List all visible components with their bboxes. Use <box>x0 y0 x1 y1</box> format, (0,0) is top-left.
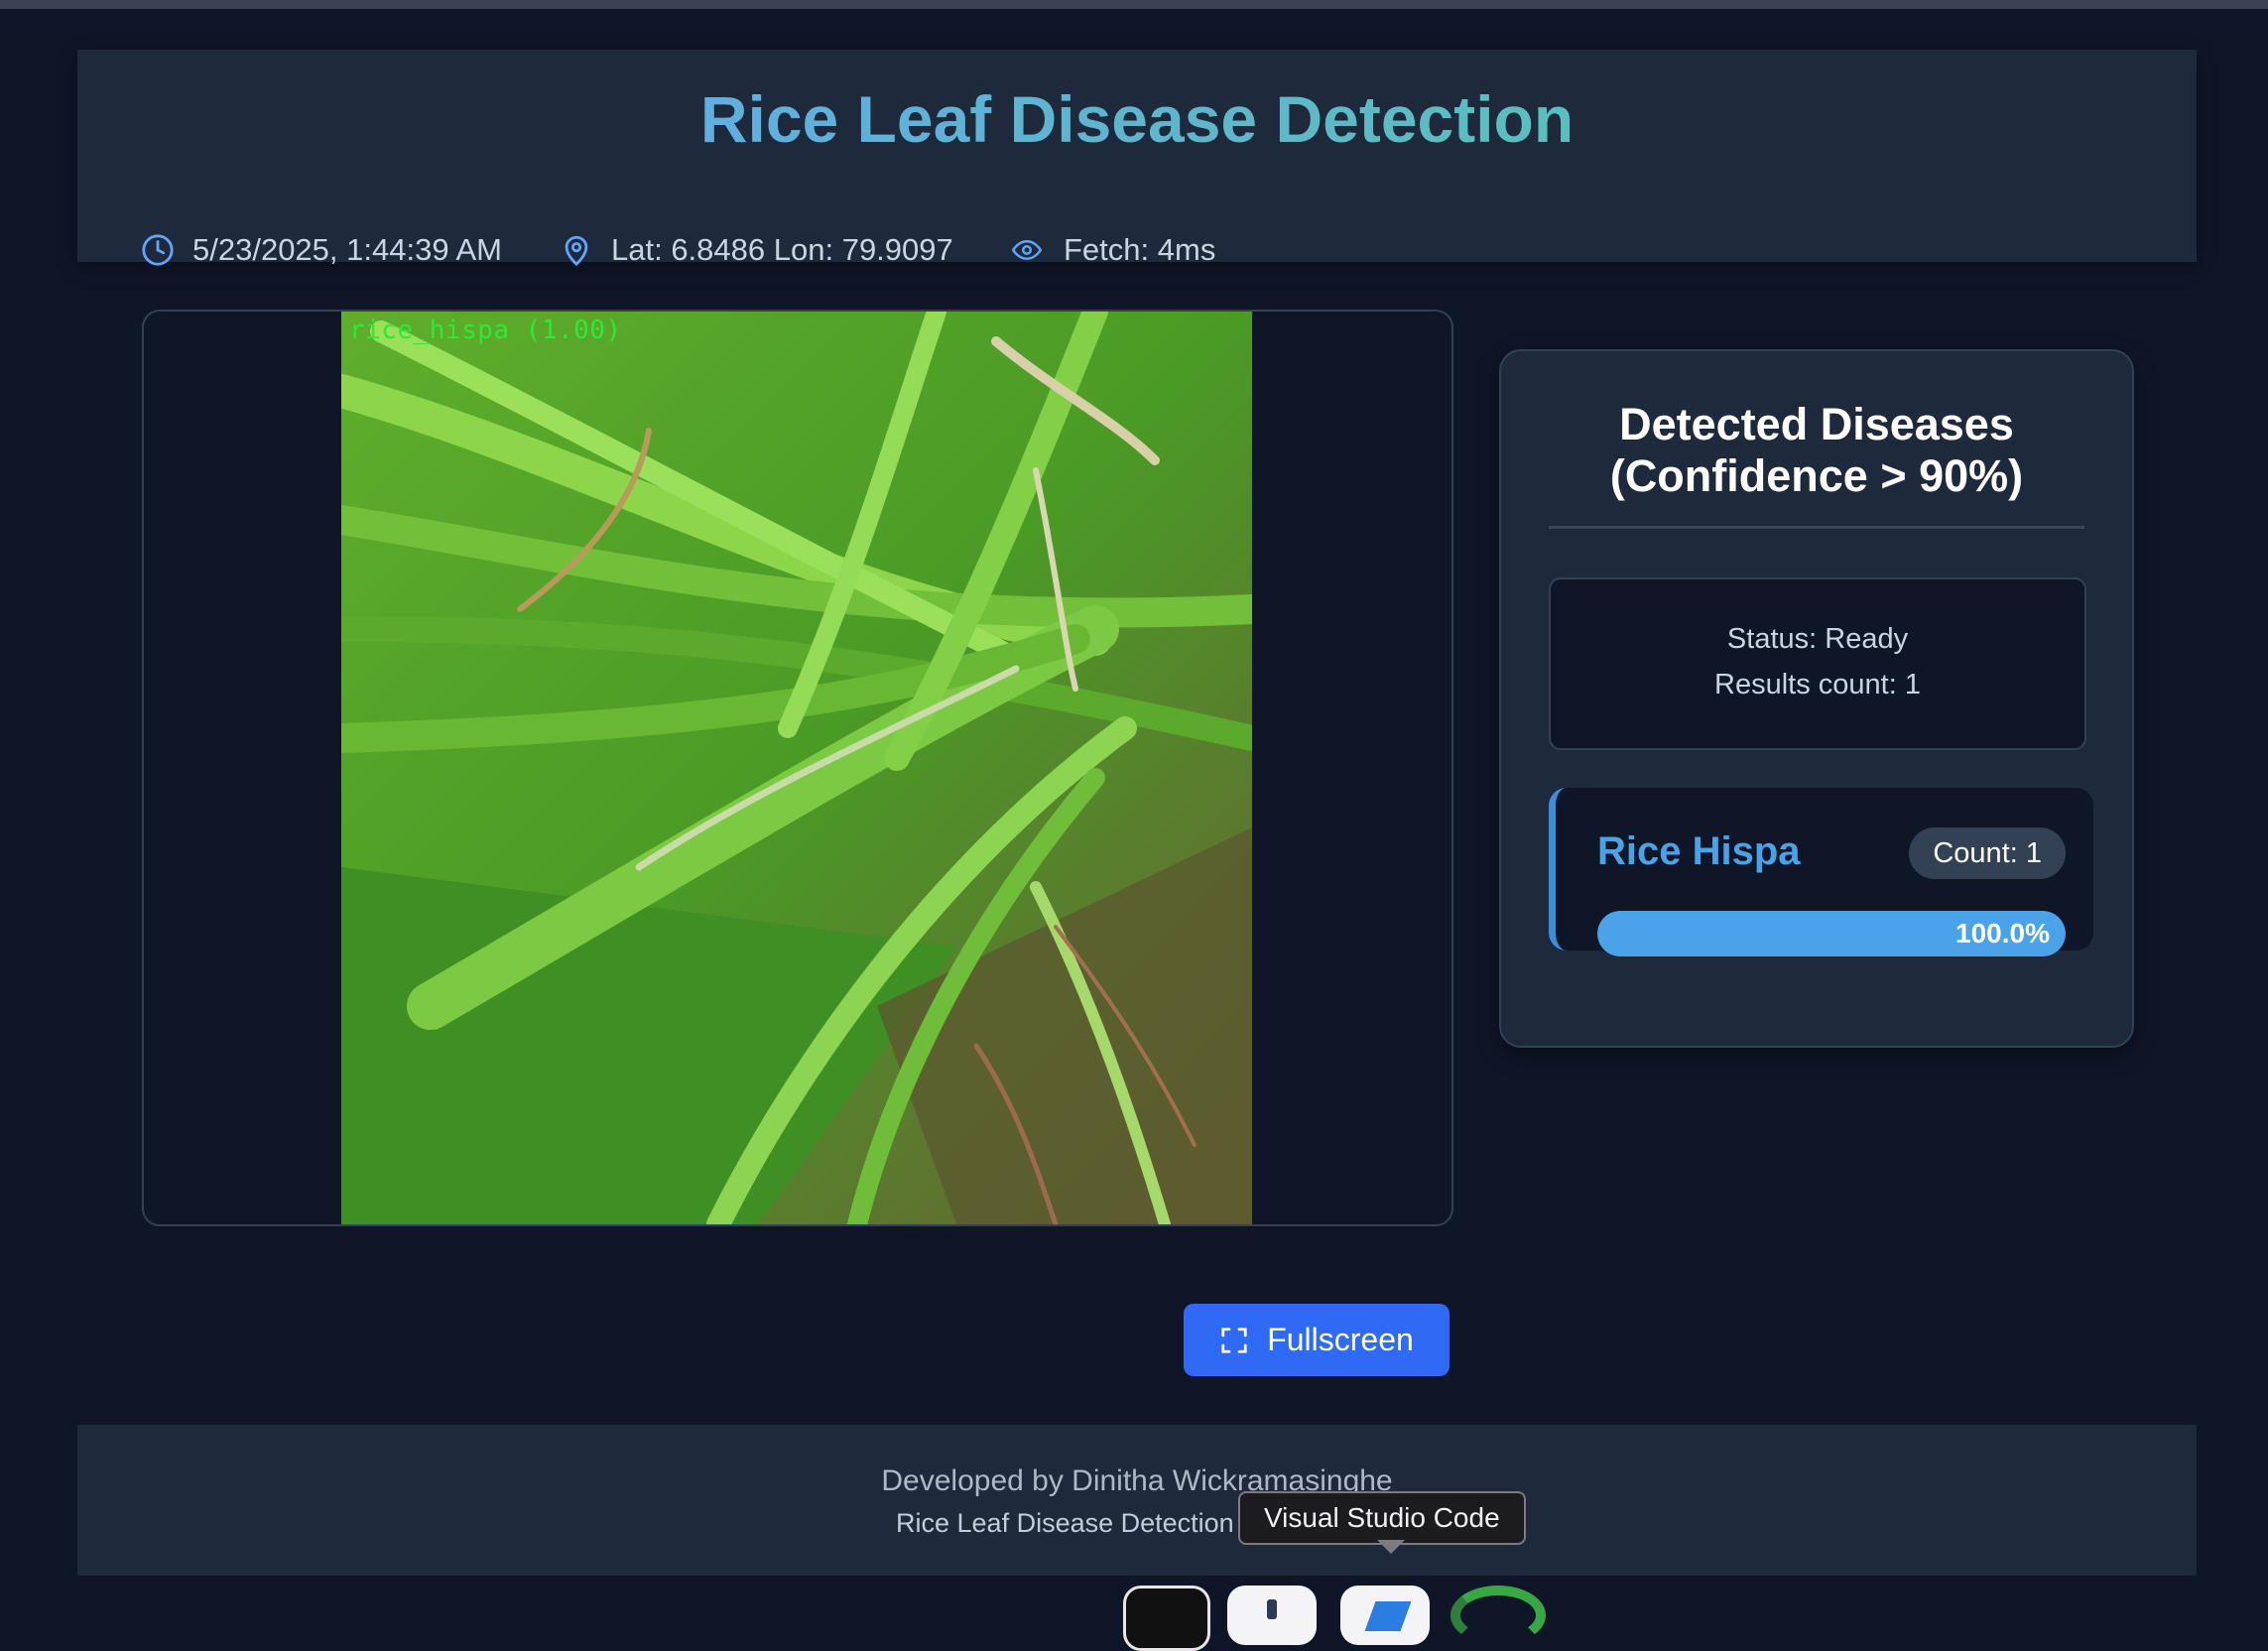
page-title: Rice Leaf Disease Detection <box>77 81 2197 157</box>
instruments-dock-icon[interactable] <box>1227 1586 1317 1645</box>
fetch-text: Fetch: 4ms <box>1064 232 1216 267</box>
fullscreen-label: Fullscreen <box>1267 1322 1414 1357</box>
camera-feed: rice_hispa (1.00) <box>341 312 1252 1224</box>
app-header: Rice Leaf Disease Detection 5/23/2025, 1… <box>77 50 2197 267</box>
status-text: Status: Ready <box>1726 623 1909 655</box>
map-pin-icon <box>565 235 588 267</box>
tooltip-arrow <box>1377 1540 1405 1554</box>
results-title: Detected Diseases (Confidence > 90%) <box>1609 399 2024 501</box>
location-text: Lat: 6.8486 Lon: 79.9097 <box>611 232 953 267</box>
results-count-text: Results count: 1 <box>1714 669 1921 700</box>
detected-diseases-panel: Detected Diseases (Confidence > 90%) Sta… <box>1499 349 2134 1048</box>
status-box: Status: Ready Results count: 1 <box>1549 577 2086 750</box>
disease-name: Rice Hispa <box>1597 829 1801 873</box>
disease-card: Rice Hispa Count: 1 100.0% <box>1549 788 2093 956</box>
dock-tooltip: Visual Studio Code <box>1238 1491 1526 1545</box>
vscode-icon-glyph <box>1364 1601 1412 1631</box>
terminal-dock-icon[interactable] <box>1123 1586 1210 1651</box>
eye-icon <box>1011 239 1043 261</box>
app-dock-icon[interactable] <box>1450 1586 1546 1645</box>
fetch-display: Fetch: 4ms <box>1008 232 1215 268</box>
confidence-value: 100.0% <box>1955 918 2050 949</box>
timestamp-text: 5/23/2025, 1:44:39 AM <box>192 232 502 267</box>
footer: Developed by Dinitha Wickramasinghe Rice… <box>77 1425 2197 1576</box>
expand-icon <box>1221 1327 1247 1353</box>
confidence-bar: 100.0% <box>1597 911 2066 956</box>
timestamp-display: 5/23/2025, 1:44:39 AM <box>141 232 502 268</box>
rice-leaf-image <box>341 312 1252 1224</box>
vscode-dock-icon[interactable] <box>1340 1586 1430 1645</box>
location-display: Lat: 6.8486 Lon: 79.9097 <box>560 232 953 268</box>
camera-panel: rice_hispa (1.00) <box>142 310 1453 1226</box>
fullscreen-button[interactable]: Fullscreen <box>1184 1304 1449 1376</box>
developer-credit: Developed by Dinitha Wickramasinghe <box>881 1464 1393 1497</box>
count-badge: Count: 1 <box>1909 827 2066 879</box>
window-top-strip <box>0 0 2268 9</box>
clock-icon <box>142 234 174 266</box>
instruments-icon-glyph <box>1267 1599 1277 1619</box>
results-divider <box>1549 526 2084 529</box>
detection-overlay-label: rice_hispa (1.00) <box>349 316 622 345</box>
